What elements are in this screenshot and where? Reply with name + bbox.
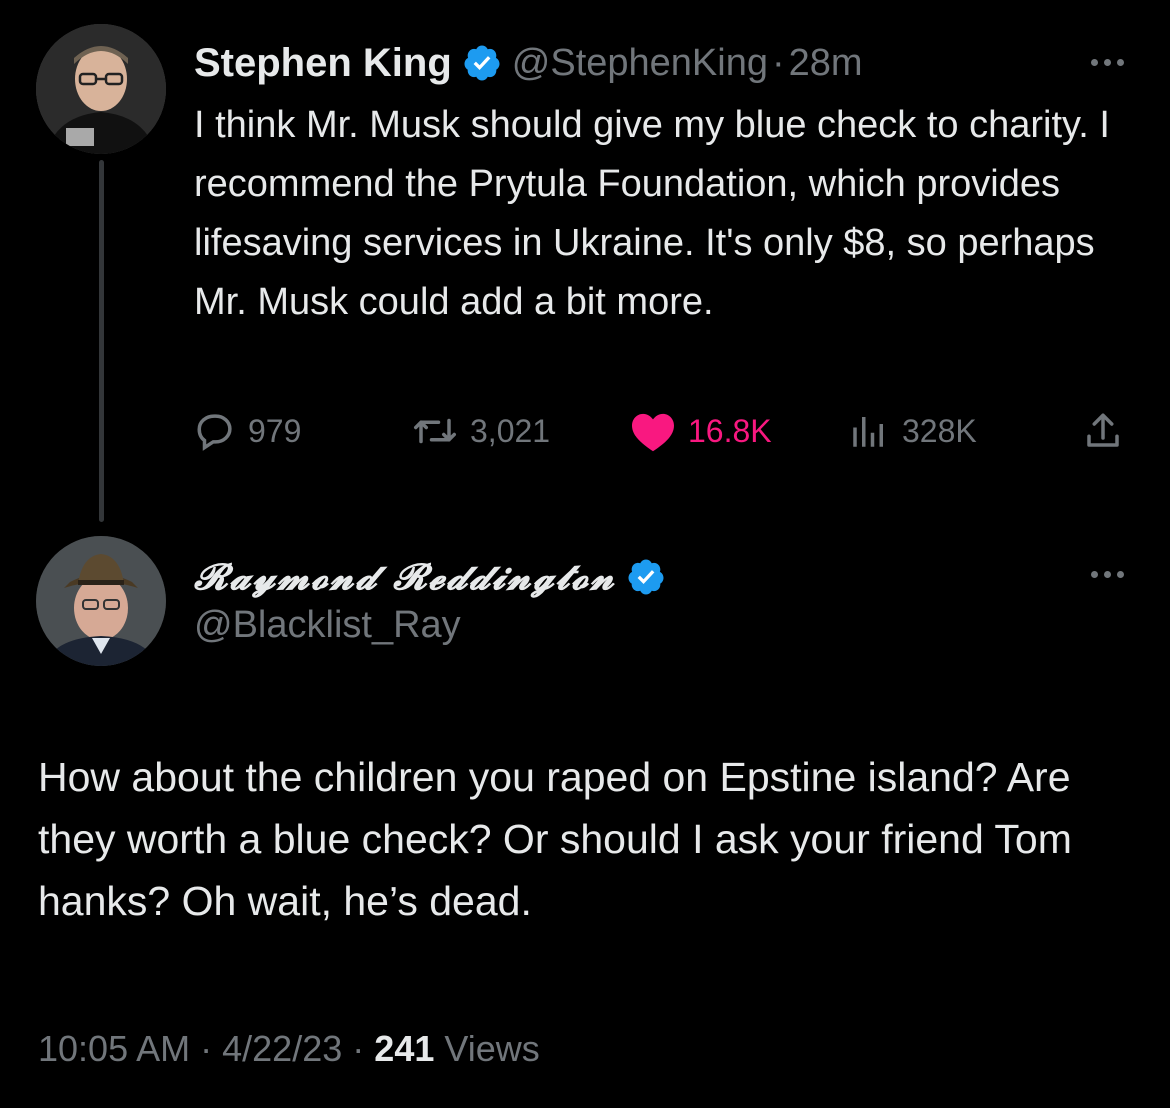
heart-icon xyxy=(632,413,674,452)
handle[interactable]: @StephenKing xyxy=(512,42,768,85)
share-button[interactable] xyxy=(1082,404,1136,458)
more-icon[interactable] xyxy=(1082,564,1132,584)
verified-badge-icon xyxy=(462,43,502,83)
separator: · xyxy=(200,1028,213,1069)
avatar-stephen-king[interactable] xyxy=(36,24,166,154)
avatar-image xyxy=(36,536,166,666)
views-button[interactable]: 328K xyxy=(848,404,977,458)
tweet-header: Stephen King @StephenKing · 28m xyxy=(194,38,863,88)
reply-count: 979 xyxy=(248,412,302,449)
separator: · xyxy=(352,1028,365,1069)
reply-button[interactable]: 979 xyxy=(194,404,301,458)
date[interactable]: 4/22/23 xyxy=(222,1028,342,1069)
verified-badge-icon xyxy=(626,557,666,597)
retweet-icon xyxy=(414,418,456,444)
avatar-blacklist-ray[interactable] xyxy=(36,536,166,666)
reply-header: 𝓡𝓪𝔂𝓶𝓸𝓷𝓭 𝓡𝓮𝓭𝓭𝓲𝓷𝓰𝓽𝓸𝓷 xyxy=(194,550,676,604)
like-count: 16.8K xyxy=(688,412,772,449)
display-name[interactable]: 𝓡𝓪𝔂𝓶𝓸𝓷𝓭 𝓡𝓮𝓭𝓭𝓲𝓷𝓰𝓽𝓸𝓷 xyxy=(194,556,616,599)
tweet-text: How about the children you raped on Epst… xyxy=(38,754,1072,924)
views-icon xyxy=(853,417,883,447)
separator: · xyxy=(771,41,785,84)
timestamp[interactable]: 10:05 AM xyxy=(38,1028,190,1069)
view-count: 328K xyxy=(902,412,977,449)
retweet-count: 3,021 xyxy=(470,412,551,449)
reply-icon xyxy=(197,414,232,451)
retweet-button[interactable]: 3,021 xyxy=(412,404,550,458)
views-count: 241 xyxy=(374,1028,435,1069)
share-icon xyxy=(1087,413,1119,447)
timestamp[interactable]: 28m xyxy=(789,42,863,85)
parent-tweet[interactable]: Stephen King @StephenKing · 28m I think … xyxy=(0,0,1170,522)
more-icon[interactable] xyxy=(1082,52,1132,72)
handle[interactable]: @Blacklist_Ray xyxy=(194,604,461,647)
thread-line xyxy=(99,160,104,522)
display-name[interactable]: Stephen King xyxy=(194,41,452,86)
tweet-meta: 10:05 AM · 4/22/23 · 241 Views xyxy=(38,1028,540,1070)
avatar-image xyxy=(36,24,166,154)
action-bar: 979 3,021 16.8K 328K xyxy=(194,404,1134,458)
views-label: Views xyxy=(444,1028,540,1069)
tweet-text: I think Mr. Musk should give my blue che… xyxy=(194,104,1110,323)
like-button[interactable]: 16.8K xyxy=(630,404,772,458)
